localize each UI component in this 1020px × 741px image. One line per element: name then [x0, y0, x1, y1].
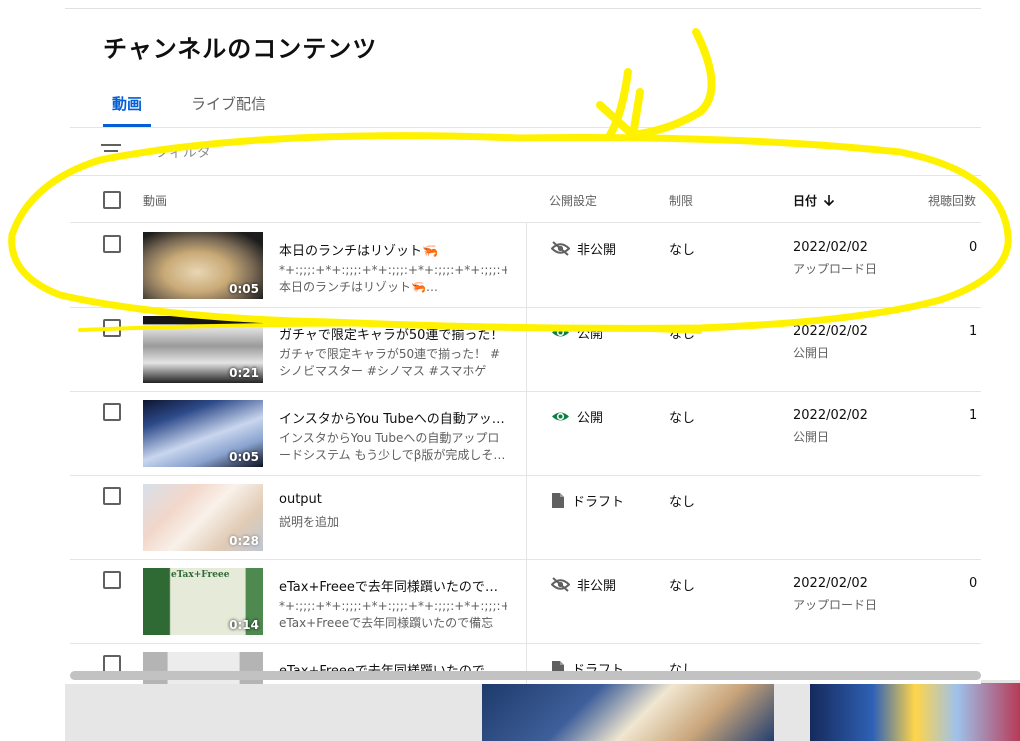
- views-value: 1: [969, 408, 978, 423]
- date-value: 2022/02/02: [793, 240, 868, 255]
- column-header-restrictions: 制限: [669, 194, 694, 208]
- video-title[interactable]: eTax+Freeeで去年同様躓いたので備…: [279, 576, 507, 595]
- video-description: インスタからYou Tubeへの自動アップロードシステム もう少しでβ版が完成し…: [279, 431, 506, 462]
- eye-icon: [552, 328, 569, 337]
- table-row[interactable]: 0:28 output 説明を追加 ドラフト なし: [70, 475, 981, 560]
- date-label: 公開日: [793, 430, 830, 444]
- restriction-value: なし: [669, 411, 696, 426]
- eye-off-icon: [551, 241, 570, 256]
- video-description: *+:;;;:+*+:;;;:+*+:;;;:+*+:;;;:+*+:;;;:+…: [279, 263, 507, 294]
- video-description: ガチャで限定キャラが50連で揃った！ #シノビマスター #シノマス #スマホゲー…: [279, 347, 501, 378]
- column-header-visibility: 公開設定: [549, 194, 598, 208]
- date-value: 2022/02/02: [793, 324, 868, 339]
- row-checkbox[interactable]: [103, 235, 121, 253]
- visibility-label: 非公開: [577, 243, 617, 258]
- tab-live[interactable]: ライブ配信: [191, 93, 266, 114]
- video-description[interactable]: 説明を追加: [279, 514, 507, 531]
- duration-badge: 0:14: [229, 618, 259, 632]
- column-header-video: 動画: [143, 194, 168, 208]
- duration-badge: 0:05: [229, 450, 259, 464]
- tab-videos[interactable]: 動画: [112, 93, 142, 114]
- column-header-date[interactable]: 日付: [793, 192, 835, 209]
- video-thumbnail[interactable]: 0:05: [143, 400, 263, 467]
- divider: [70, 127, 981, 128]
- filter-icon[interactable]: [101, 144, 121, 160]
- page-title: チャンネルのコンテンツ: [103, 35, 378, 63]
- video-thumbnail[interactable]: 0:28: [143, 484, 263, 551]
- views-value: 0: [969, 576, 978, 591]
- table-row[interactable]: eTax+Freee 0:14 eTax+Freeeで去年同様躓いたので備… *…: [70, 559, 981, 644]
- filter-input[interactable]: [153, 141, 557, 165]
- divider: [70, 175, 981, 176]
- visibility-cell[interactable]: 公開: [551, 323, 603, 342]
- date-label: アップロード日: [793, 598, 878, 612]
- visibility-label: 非公開: [577, 579, 617, 594]
- restriction-value: なし: [669, 243, 696, 258]
- thumbnail-caption: eTax+Freee: [171, 570, 230, 580]
- eye-off-icon: [551, 577, 570, 592]
- video-thumbnail[interactable]: eTax+Freee 0:14: [143, 568, 263, 635]
- duration-badge: 0:28: [229, 534, 259, 548]
- date-value: 2022/02/02: [793, 576, 868, 591]
- visibility-cell[interactable]: 公開: [551, 407, 603, 426]
- table-row[interactable]: 0:05 本日のランチはリゾット🦐 *+:;;;:+*+:;;;:+*+:;;;…: [70, 223, 981, 308]
- restriction-value: なし: [669, 495, 696, 510]
- video-title[interactable]: output: [279, 492, 507, 507]
- column-header-views: 視聴回数: [928, 194, 977, 208]
- video-title[interactable]: 本日のランチはリゾット🦐: [279, 240, 507, 259]
- table-row[interactable]: 0:05 インスタからYou Tubeへの自動アップ… インスタからYou Tu…: [70, 391, 981, 476]
- date-label: 公開日: [793, 346, 830, 360]
- row-checkbox[interactable]: [103, 487, 121, 505]
- eye-icon: [552, 412, 569, 421]
- visibility-cell[interactable]: 非公開: [551, 575, 616, 594]
- video-description: *+:;;;:+*+:;;;:+*+:;;;:+*+:;;;:+*+:;;;:+…: [279, 599, 507, 630]
- horizontal-scrollbar[interactable]: [70, 671, 981, 680]
- column-divider: [526, 391, 527, 475]
- column-header-date-label: 日付: [793, 194, 818, 208]
- background-thumbnail: [810, 683, 1020, 741]
- views-value: 1: [969, 324, 978, 339]
- row-checkbox[interactable]: [103, 403, 121, 421]
- visibility-label: 公開: [577, 411, 604, 426]
- video-title[interactable]: ガチャで限定キャラが50連で揃った！: [279, 324, 507, 343]
- table-row[interactable]: 0:21 ガチャで限定キャラが50連で揃った！ ガチャで限定キャラが50連で揃っ…: [70, 307, 981, 392]
- visibility-cell[interactable]: ドラフト: [551, 491, 624, 510]
- column-divider: [526, 559, 527, 643]
- draft-document-icon: [552, 493, 564, 508]
- column-divider: [526, 223, 527, 307]
- restriction-value: なし: [669, 579, 696, 594]
- column-divider: [526, 307, 527, 391]
- views-value: 0: [969, 240, 978, 255]
- video-thumbnail[interactable]: 0:05: [143, 232, 263, 299]
- channel-content-panel: チャンネルのコンテンツ 動画 ライブ配信 動画 公開設定 制限 日付 視聴回数 …: [65, 8, 981, 684]
- duration-badge: 0:21: [229, 366, 259, 380]
- visibility-cell[interactable]: 非公開: [551, 239, 616, 258]
- video-thumbnail[interactable]: 0:21: [143, 316, 263, 383]
- column-divider: [526, 475, 527, 559]
- date-value: 2022/02/02: [793, 408, 868, 423]
- visibility-label: 公開: [577, 327, 604, 342]
- video-title[interactable]: インスタからYou Tubeへの自動アップ…: [279, 408, 507, 427]
- restriction-value: なし: [669, 327, 696, 342]
- duration-badge: 0:05: [229, 282, 259, 296]
- row-checkbox[interactable]: [103, 571, 121, 589]
- row-checkbox[interactable]: [103, 319, 121, 337]
- date-label: アップロード日: [793, 262, 878, 276]
- background-thumbnail: [482, 683, 774, 741]
- visibility-label: ドラフト: [572, 495, 625, 510]
- sort-down-arrow-icon: [823, 195, 835, 207]
- select-all-checkbox[interactable]: [103, 191, 121, 209]
